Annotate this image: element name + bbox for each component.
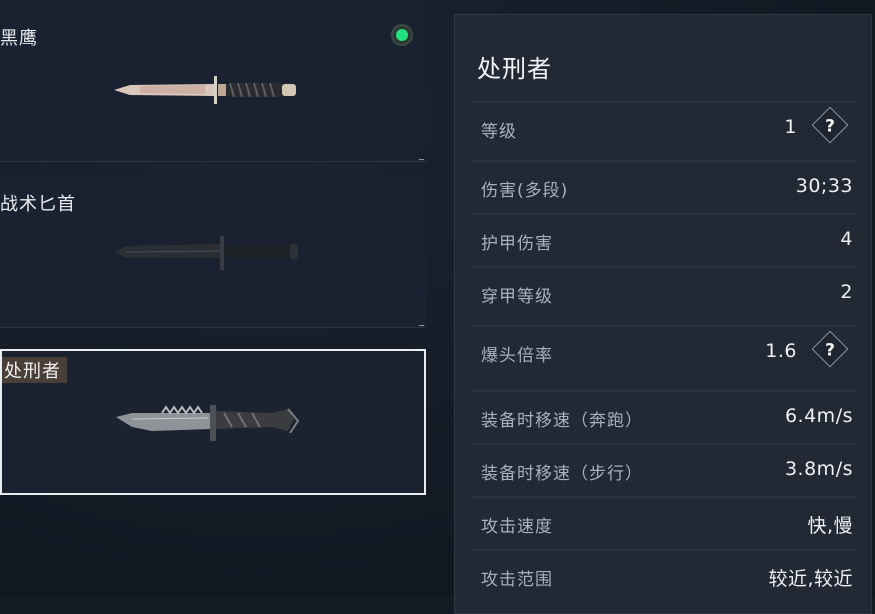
- weapon-card-executioner[interactable]: 处刑者: [0, 349, 426, 495]
- stat-label: 护甲伤害: [481, 234, 553, 254]
- weapon-name: 黑鹰: [0, 28, 38, 49]
- stat-label: 攻击速度: [481, 517, 553, 537]
- help-icon[interactable]: ?: [811, 330, 849, 368]
- weapon-detail-panel: 处刑者 等级 1 ? 伤害(多段) 30;33 护甲伤害 4 穿甲等级 2 爆头…: [454, 14, 872, 614]
- stat-value: 30;33: [795, 175, 853, 197]
- stat-row-attack-speed: 攻击速度 快,慢: [471, 496, 857, 550]
- stat-value: 3.8m/s: [784, 458, 853, 480]
- tactical-dagger-image: [114, 236, 298, 270]
- stat-label: 穿甲等级: [481, 287, 553, 307]
- weapon-card-tactical-dagger[interactable]: 战术匕首: [0, 178, 426, 328]
- stat-row-run-speed: 装备时移速（奔跑） 6.4m/s: [471, 390, 857, 444]
- stat-label: 等级: [481, 122, 517, 142]
- stat-label: 伤害(多段): [481, 181, 569, 201]
- stat-label: 爆头倍率: [481, 346, 553, 366]
- stat-value: 1: [784, 116, 797, 138]
- stat-row-armor-damage: 护甲伤害 4: [471, 213, 857, 267]
- card-divider: [0, 161, 426, 162]
- stat-row-armor-penetration: 穿甲等级 2: [471, 266, 857, 320]
- stat-value: 快,慢: [807, 515, 853, 537]
- black-hawk-knife-image: [114, 76, 296, 104]
- card-divider: [0, 327, 426, 328]
- weapon-card-black-hawk[interactable]: 黑鹰: [0, 0, 426, 162]
- stat-value: 4: [840, 228, 853, 250]
- weapon-name: 处刑者: [2, 357, 67, 383]
- weapon-name: 战术匕首: [0, 194, 76, 215]
- divider-tick: [419, 325, 424, 326]
- stat-label: 装备时移速（步行）: [481, 464, 643, 484]
- stat-row-walk-speed: 装备时移速（步行） 3.8m/s: [471, 443, 857, 497]
- stat-row-headshot-multiplier: 爆头倍率 1.6 ?: [471, 325, 857, 379]
- stat-row-damage: 伤害(多段) 30;33: [471, 160, 857, 214]
- stat-value: 较近,较近: [768, 568, 853, 590]
- equipped-status-dot: [391, 24, 413, 46]
- stat-value: 1.6: [765, 340, 797, 362]
- stat-value: 2: [840, 281, 853, 303]
- stat-value: 6.4m/s: [784, 405, 853, 427]
- stat-row-attack-range: 攻击范围 较近,较近: [471, 549, 857, 603]
- executioner-knife-image: [116, 405, 300, 441]
- help-icon[interactable]: ?: [811, 106, 849, 144]
- stat-label: 攻击范围: [481, 570, 553, 590]
- stat-label: 装备时移速（奔跑）: [481, 411, 643, 431]
- divider-tick: [419, 159, 424, 160]
- stat-row-level: 等级 1 ?: [471, 101, 857, 155]
- weapon-detail-title: 处刑者: [477, 55, 552, 83]
